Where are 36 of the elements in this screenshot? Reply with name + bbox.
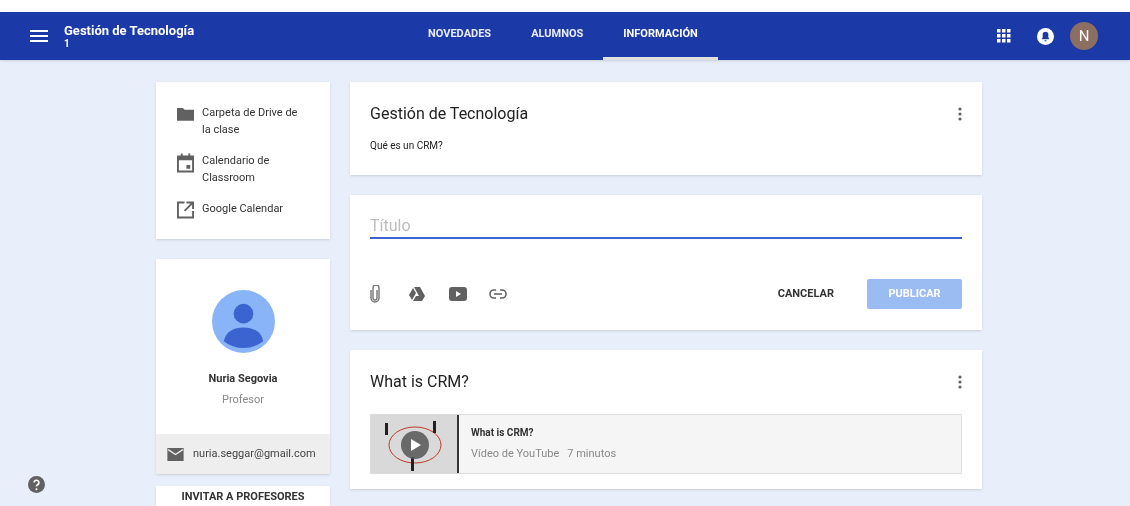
bell-icon[interactable] [1037,27,1054,45]
teacher-name: Nuria Segovia [208,371,278,387]
class-title: Gestión de Tecnología [370,103,529,125]
folder-icon [177,105,194,123]
cancel-button[interactable]: CANCELAR [769,279,842,309]
envelope-icon [167,447,184,461]
resource-link[interactable]: Carpeta de Drive de la clase [202,104,308,138]
course-section: 1 [64,38,195,49]
course-title: Gestión de Tecnología [64,23,195,37]
invite-teachers-button[interactable]: INVITAR A PROFESORES [156,486,330,506]
nav-tab[interactable]: NOVEDADES [408,12,512,60]
more-options-icon[interactable] [958,107,962,121]
title-input-field[interactable]: Título [370,215,962,239]
class-description: Qué es un CRM? [370,139,444,153]
video-attachment[interactable]: What is CRM? Vídeo de YouTube 7 minutos [370,414,962,474]
person-avatar-icon [211,290,275,353]
menu-icon[interactable] [30,30,48,42]
user-avatar[interactable]: N [1070,22,1098,50]
external-link-icon [177,201,194,219]
apps-grid-icon[interactable] [997,29,1011,43]
calendar-icon [177,153,194,173]
attachment-title: What is CRM? [471,426,535,441]
resource-link[interactable]: Google Calendar [202,200,308,217]
paperclip-icon[interactable] [370,285,380,303]
play-video-icon[interactable] [449,287,467,301]
attachment-duration: 7 minutos [567,446,617,463]
resource-link[interactable]: Calendario de Classroom [202,152,308,186]
drive-icon[interactable] [409,287,425,301]
nav-tab[interactable]: ALUMNOS [511,12,604,60]
attachment-source: Vídeo de YouTube [471,446,560,463]
help-icon[interactable] [28,476,45,493]
more-options-icon[interactable] [958,375,962,389]
link-icon[interactable] [489,289,507,299]
post-title: What is CRM? [370,371,469,393]
teacher-email: nuria.seggar@gmail.com [193,445,316,462]
teacher-role: Profesor [221,391,264,408]
